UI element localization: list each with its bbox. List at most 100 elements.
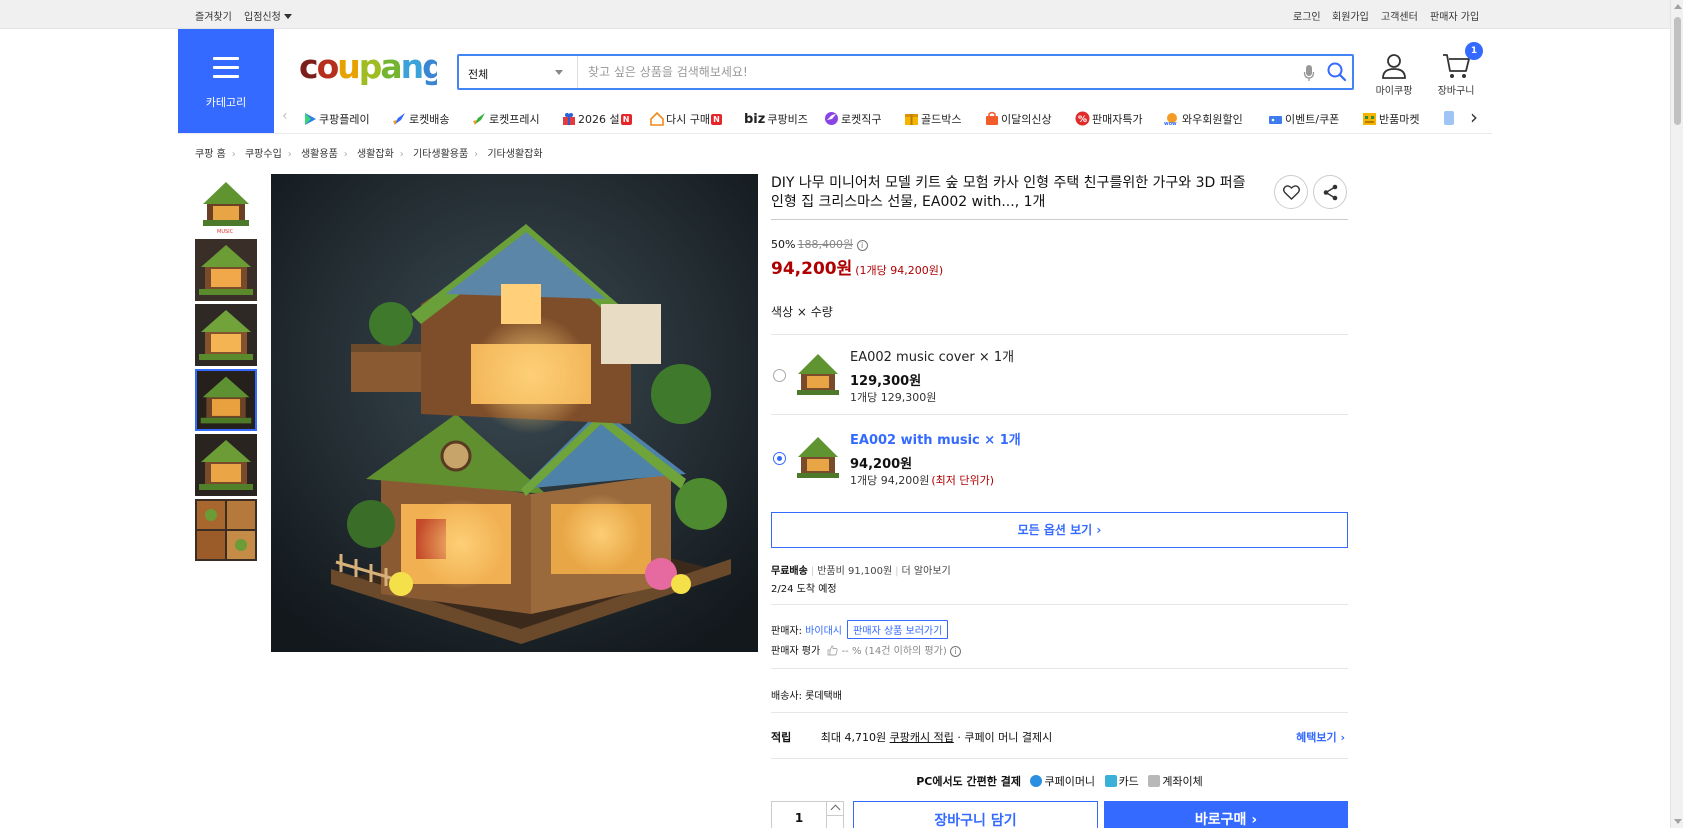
- scrollbar-thumb[interactable]: [1674, 17, 1681, 125]
- seller-row: 판매자: 바이대시 판매자 상품 보러가기: [771, 620, 949, 639]
- product-thumbnail[interactable]: [195, 239, 257, 301]
- seller-products-button[interactable]: 판매자 상품 보러가기: [847, 620, 949, 639]
- service-nav-item[interactable]: 쿠팡플레이: [304, 111, 370, 129]
- service-nav-item[interactable]: 이달의신상: [985, 111, 1052, 129]
- product-main-image[interactable]: [271, 174, 758, 652]
- my-coupang-button[interactable]: 마이쿠팡: [1372, 52, 1416, 97]
- service-nav-item[interactable]: 이벤트/쿠폰: [1268, 111, 1339, 129]
- microphone-icon[interactable]: [1303, 64, 1315, 85]
- coupang-cash-link[interactable]: 쿠팡캐시 적립: [890, 731, 954, 744]
- service-nav-item[interactable]: biz 쿠팡비즈: [744, 111, 808, 127]
- nav-prev-arrow-icon[interactable]: ‹: [282, 108, 288, 124]
- service-nav-more-icon: [1442, 110, 1456, 129]
- coupon-icon: [1268, 114, 1283, 129]
- favorites-link[interactable]: 즐겨찾기: [195, 8, 232, 23]
- service-nav-item[interactable]: wow 와우회원할인: [1164, 111, 1243, 129]
- add-to-cart-button[interactable]: 장바구니 담기: [853, 801, 1098, 828]
- product-thumbnail[interactable]: [195, 304, 257, 366]
- service-nav-item[interactable]: % 판매자특가: [1075, 111, 1143, 129]
- breadcrumb-item[interactable]: 기타생활용품: [413, 149, 468, 160]
- shipping-info: 무료배송 | 반품비 91,100원 | 더 알아보기: [771, 566, 951, 577]
- quantity-increase-icon[interactable]: [826, 802, 844, 816]
- benefits-link[interactable]: 혜택보기 ›: [1296, 729, 1345, 745]
- service-nav-item[interactable]: 로켓프레시: [472, 111, 540, 129]
- search-category-value: 전체: [468, 68, 489, 81]
- option-radio[interactable]: [773, 369, 786, 382]
- service-nav-item[interactable]: 반품마켓: [1362, 111, 1419, 129]
- buy-now-button[interactable]: 바로구매 ›: [1104, 801, 1348, 828]
- discount-rate: 50%: [771, 238, 796, 251]
- product-thumbnail[interactable]: [195, 499, 257, 561]
- cart-count-badge: 1: [1465, 42, 1483, 60]
- search-category-select[interactable]: 전체: [459, 56, 578, 88]
- nav-next-arrow-icon[interactable]: ›: [1470, 105, 1478, 129]
- payment-methods: PC에서도 간편한 결제 쿠페이머니 카드 계좌이체: [771, 773, 1348, 789]
- scroll-up-arrow-icon[interactable]: [1674, 4, 1682, 9]
- new-badge: N: [620, 114, 632, 125]
- section-divider: [771, 758, 1348, 759]
- service-nav-item[interactable]: 다시 구매 N: [650, 111, 722, 129]
- quantity-stepper[interactable]: 1: [771, 801, 844, 828]
- rocket-fresh-icon: [472, 112, 487, 129]
- option-row-selected[interactable]: EA002 with music × 1개 94,200원 1개당 94,200…: [771, 415, 1348, 499]
- share-button[interactable]: [1313, 175, 1347, 209]
- product-thumbnail[interactable]: MUSIC: [195, 174, 257, 236]
- service-nav-item[interactable]: 로켓직구: [824, 111, 881, 129]
- breadcrumb-item[interactable]: 생활잡화: [357, 149, 394, 160]
- all-options-button[interactable]: 모든 옵션 보기 ›: [771, 512, 1348, 548]
- product-title: DIY 나무 미니어처 모델 키트 숲 모험 카사 인형 주택 친구를위한 가구…: [771, 175, 1246, 210]
- cart-label: 장바구니: [1437, 86, 1475, 97]
- vertical-scrollbar[interactable]: [1670, 0, 1683, 828]
- search-input[interactable]: [580, 56, 1270, 88]
- breadcrumb-item[interactable]: 생활용품: [301, 149, 338, 160]
- svg-text:MUSIC: MUSIC: [217, 229, 234, 235]
- play-icon: [304, 112, 317, 129]
- lowest-unit-price-note: (최저 단위가): [931, 474, 995, 487]
- return-fee: 반품비 91,100원: [817, 566, 893, 577]
- price-row: 94,200원 (1개당 94,200원): [771, 254, 943, 279]
- breadcrumb-item[interactable]: 쿠팡수입: [245, 149, 282, 160]
- service-nav-item[interactable]: 2026 설N: [562, 111, 632, 129]
- search-icon[interactable]: [1326, 61, 1348, 86]
- seller-join-link[interactable]: 판매자 가입: [1430, 8, 1479, 23]
- percent-icon: %: [1075, 111, 1090, 129]
- option-radio-selected[interactable]: [773, 452, 786, 465]
- title-divider: [771, 219, 1348, 220]
- info-icon[interactable]: i: [856, 240, 868, 251]
- breadcrumb-item[interactable]: 기타생활잡화: [487, 149, 542, 160]
- product-thumbnail-selected[interactable]: [195, 369, 257, 431]
- vendor-signup-link[interactable]: 입점신청: [244, 8, 292, 23]
- coupang-logo[interactable]: coupang: [299, 47, 446, 97]
- option-row[interactable]: EA002 music cover × 1개 129,300원 1개당 129,…: [771, 332, 1348, 416]
- bank-transfer-icon: [1148, 775, 1161, 787]
- wishlist-button[interactable]: [1274, 175, 1308, 209]
- product-thumbnail[interactable]: [195, 434, 257, 496]
- goldbox-icon: [904, 112, 919, 129]
- pay-method: 쿠페이머니: [1044, 775, 1096, 788]
- search-bar: 전체: [457, 54, 1354, 90]
- category-menu-button[interactable]: 카테고리: [178, 29, 274, 133]
- option-unit-price: 1개당 129,300원: [850, 391, 937, 404]
- service-nav-item[interactable]: 골드박스: [904, 111, 961, 129]
- option-thumbnail: [795, 433, 841, 483]
- info-icon[interactable]: i: [949, 646, 961, 657]
- learn-more-link[interactable]: 더 알아보기: [902, 566, 951, 577]
- quantity-value[interactable]: 1: [772, 811, 826, 825]
- rocket-icon: [392, 112, 407, 129]
- seller-name-link[interactable]: 바이대시: [805, 626, 842, 637]
- breadcrumb: 쿠팡 홈 › 쿠팡수입 › 생활용품 › 생활잡화 › 기타생활용품 › 기타생활잡화: [195, 149, 543, 160]
- breadcrumb-item[interactable]: 쿠팡 홈: [195, 149, 226, 160]
- coupay-money-icon: [1030, 775, 1043, 787]
- customer-center-link[interactable]: 고객센터: [1381, 8, 1418, 23]
- login-link[interactable]: 로그인: [1293, 8, 1321, 23]
- option-name: EA002 with music × 1개: [850, 433, 1021, 448]
- reward-condition: · 쿠페이 머니 결제시: [957, 731, 1053, 744]
- user-icon: [1372, 52, 1416, 82]
- quantity-decrease-icon[interactable]: [826, 816, 844, 828]
- join-link[interactable]: 회원가입: [1332, 8, 1369, 23]
- service-nav-item[interactable]: 로켓배송: [392, 111, 449, 129]
- discount-row: 50% 188,400원 i: [771, 236, 868, 252]
- chevron-down-icon: [555, 70, 563, 75]
- reward-row: 적립 최대 4,710원 쿠팡캐시 적립 · 쿠페이 머니 결제시 혜택보기 ›: [771, 729, 1348, 745]
- scroll-down-arrow-icon[interactable]: [1674, 819, 1682, 824]
